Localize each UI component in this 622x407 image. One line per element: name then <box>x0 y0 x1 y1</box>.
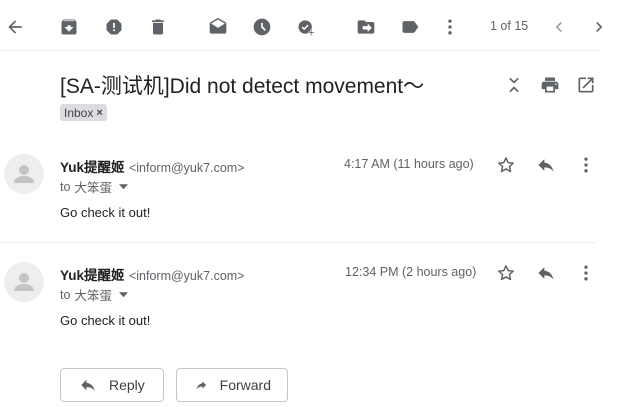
toolbar-divider <box>0 50 600 51</box>
reply-label: Reply <box>109 377 145 393</box>
expand-all-icon[interactable] <box>500 71 528 99</box>
add-task-icon[interactable] <box>292 13 320 41</box>
print-icon[interactable] <box>536 71 564 99</box>
mark-unread-icon[interactable] <box>204 13 232 41</box>
dropdown-arrow-icon <box>118 291 128 297</box>
sender-name: Yuk提醒姬 <box>60 160 125 175</box>
recipient-name: 大笨蛋 <box>74 289 112 303</box>
message-body: Go check it out! <box>60 313 151 328</box>
reply-icon[interactable] <box>532 151 560 179</box>
sender-avatar <box>4 154 44 194</box>
reply-icon[interactable] <box>532 259 560 287</box>
snooze-icon[interactable] <box>248 13 276 41</box>
delete-icon[interactable] <box>144 13 172 41</box>
pager-count: 1 of 15 <box>490 19 529 33</box>
sender-line: Yuk提醒姬 <inform@yuk7.com> <box>60 156 244 177</box>
message-timestamp: 4:17 AM (11 hours ago) <box>344 157 474 171</box>
forward-button[interactable]: Forward <box>176 368 288 402</box>
to-prefix: to <box>60 287 71 302</box>
remove-label-button[interactable]: × <box>96 107 102 119</box>
archive-icon[interactable] <box>55 13 83 41</box>
email-subject: [SA-测试机]Did not detect movement～ <box>60 75 425 98</box>
recipient-line[interactable]: to 大笨蛋 <box>60 285 128 304</box>
forward-icon <box>196 381 207 390</box>
back-arrow-icon[interactable] <box>1 13 29 41</box>
message-divider <box>0 242 596 243</box>
to-prefix: to <box>60 179 71 194</box>
more-vertical-icon[interactable] <box>436 13 464 41</box>
more-vertical-icon[interactable] <box>572 151 600 179</box>
move-to-icon[interactable] <box>352 13 380 41</box>
inbox-label-chip: Inbox × <box>60 104 107 121</box>
recipient-line[interactable]: to 大笨蛋 <box>60 177 128 196</box>
star-icon[interactable] <box>492 259 520 287</box>
report-spam-icon[interactable] <box>100 13 128 41</box>
message-body: Go check it out! <box>60 205 151 220</box>
sender-email: <inform@yuk7.com> <box>128 269 245 283</box>
sender-name: Yuk提醒姬 <box>60 268 125 283</box>
sender-avatar <box>4 262 44 302</box>
open-new-window-icon[interactable] <box>572 71 600 99</box>
newer-chevron-icon[interactable] <box>585 13 613 41</box>
reply-icon <box>81 379 95 391</box>
recipient-name: 大笨蛋 <box>74 181 112 195</box>
sender-email: <inform@yuk7.com> <box>128 161 245 175</box>
label-icon[interactable] <box>396 13 424 41</box>
message-timestamp: 12:34 PM (2 hours ago) <box>345 265 477 279</box>
dropdown-arrow-icon <box>118 183 128 189</box>
older-chevron-icon[interactable] <box>545 13 573 41</box>
star-icon[interactable] <box>492 151 520 179</box>
reply-button[interactable]: Reply <box>60 368 164 402</box>
sender-line: Yuk提醒姬 <inform@yuk7.com> <box>60 264 244 285</box>
more-vertical-icon[interactable] <box>572 259 600 287</box>
forward-label: Forward <box>219 377 271 393</box>
inbox-label-text: Inbox <box>64 105 94 120</box>
